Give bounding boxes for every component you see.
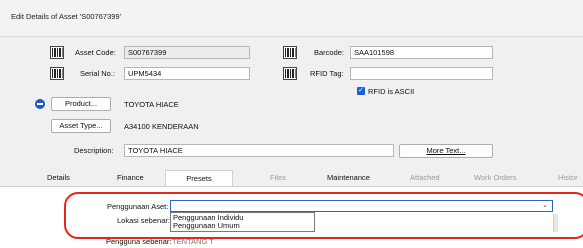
asset-type-button[interactable]: Asset Type... [51,119,111,133]
serial-no-field[interactable]: UPM5434 [124,67,250,80]
barcode-label: Barcode: [314,48,345,57]
barcode-field[interactable]: SAA101598 [350,46,493,59]
tab-files[interactable]: Files [270,173,286,182]
barcode-icon[interactable] [50,46,64,59]
rfid-tag-label: RFID Tag: [310,69,344,78]
rfid-ascii-label: RFID is ASCII [368,87,415,96]
tab-finance[interactable]: Finance [117,173,144,182]
tab-history[interactable]: Histor [558,173,578,182]
barcode-icon[interactable] [283,67,297,80]
tab-work-orders[interactable]: Work Orders [474,173,516,182]
tab-presets[interactable]: Presets [165,170,233,186]
description-label: Description: [74,146,114,155]
more-text-label: More Text... [426,146,466,155]
window-title: Edit Details of Asset 'S00767399' [11,12,122,21]
asset-code-label: Asset Code: [75,48,116,57]
tab-maintenance[interactable]: Maintenance [327,173,370,182]
tab-strip: Details Finance Presets Files Maintenanc… [0,170,583,186]
rfid-tag-field[interactable] [350,67,493,80]
more-text-button[interactable]: More Text... [399,144,493,158]
description-field[interactable]: TOYOTA HIACE [124,144,394,157]
serial-no-label: Serial No.: [80,69,116,78]
asset-code-field[interactable]: S00767399 [124,46,250,59]
product-button[interactable]: Product... [51,97,111,111]
product-value: TOYOTA HIACE [124,100,179,109]
tab-details[interactable]: Details [47,173,70,182]
asset-type-value: A34100 KENDERAAN [124,122,199,131]
title-bar: Edit Details of Asset 'S00767399' [0,0,583,37]
highlight-annotation [64,192,583,239]
barcode-icon[interactable] [283,46,297,59]
collapse-icon[interactable] [35,99,45,109]
barcode-icon[interactable] [50,67,64,80]
tab-attached[interactable]: Attached [410,173,440,182]
rfid-ascii-checkbox[interactable]: ✓ [357,87,365,95]
